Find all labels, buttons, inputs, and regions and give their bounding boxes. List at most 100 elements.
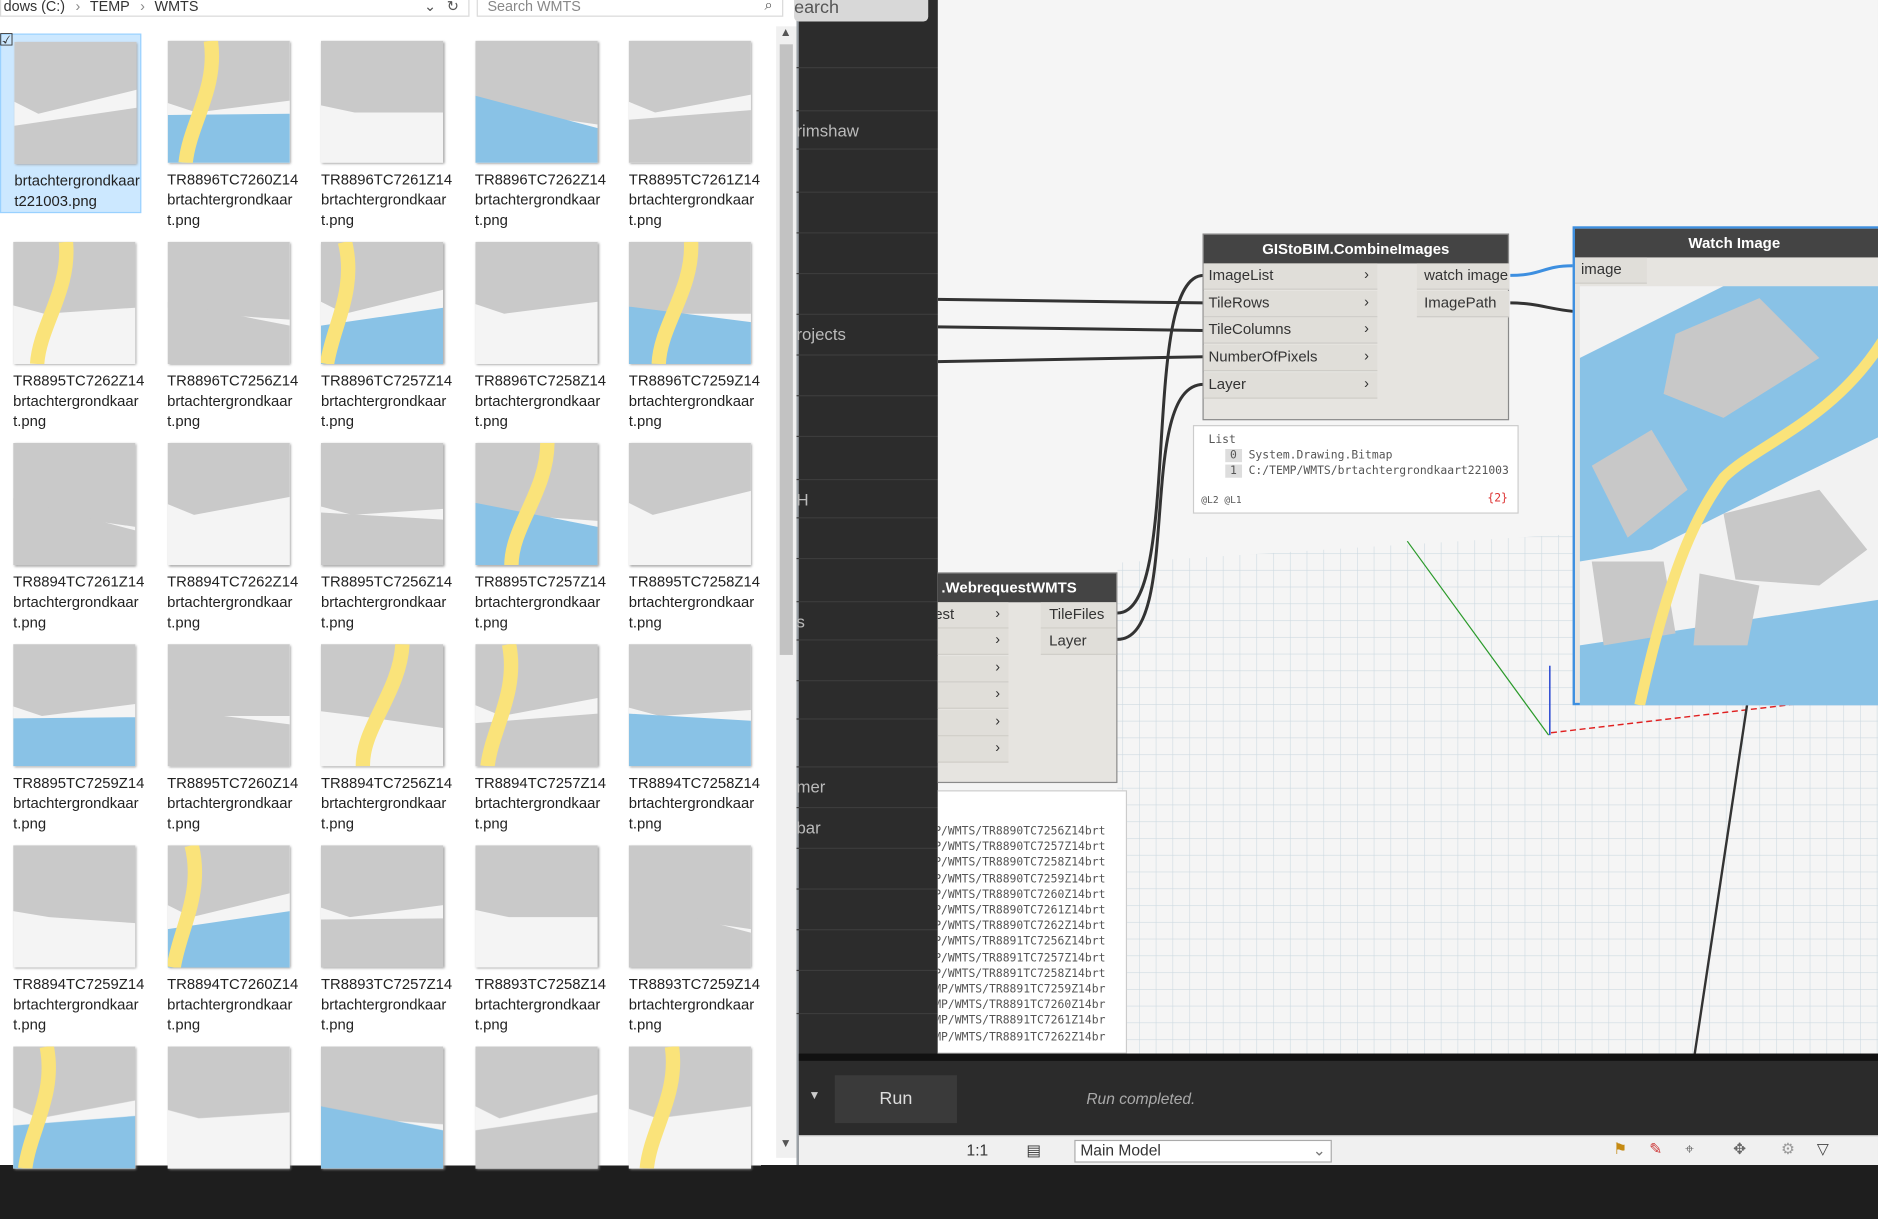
library-category[interactable]: mer	[796, 766, 938, 807]
input-port[interactable]: ›	[937, 682, 1009, 710]
file-item[interactable]: TR8895TC7259Z14 brtachtergrondkaar t.png	[0, 637, 144, 832]
filter-icon[interactable]: ▽	[1817, 1140, 1829, 1159]
file-thumbnail	[14, 41, 137, 165]
file-item[interactable]: TR8896TC7261Z14 brtachtergrondkaar t.png	[308, 34, 452, 229]
chevron-right-icon: ›	[1364, 320, 1369, 337]
file-item[interactable]: TR8893TC7258Z14 brtachtergrondkaar t.png	[462, 838, 606, 1033]
file-item[interactable]: TR8895TC7262Z14 brtachtergrondkaar t.png	[0, 235, 144, 430]
scroll-thumb[interactable]	[779, 44, 793, 655]
breadcrumb-drive[interactable]: dows (C:)	[4, 0, 65, 14]
input-port[interactable]: ImageList ›	[1203, 263, 1378, 290]
output-port[interactable]: watch image	[1416, 263, 1510, 290]
scroll-down-icon[interactable]: ▼	[780, 1137, 792, 1150]
file-item[interactable]	[0, 1039, 141, 1219]
library-category[interactable]: s	[796, 601, 938, 642]
file-item[interactable]: TR8896TC7258Z14 brtachtergrondkaar t.png	[462, 235, 606, 430]
file-item[interactable]	[308, 1039, 449, 1219]
input-port[interactable]: ›	[937, 629, 1009, 656]
file-name: TR8894TC7260Z14 brtachtergrondkaar t.png	[167, 975, 299, 1034]
file-item[interactable]: TR8896TC7262Z14 brtachtergrondkaar t.png	[462, 34, 606, 229]
file-item[interactable]: TR8895TC7261Z14 brtachtergrondkaar t.png	[616, 34, 760, 229]
file-name: TR8896TC7260Z14 brtachtergrondkaar t.png	[167, 171, 299, 229]
input-port[interactable]: ›	[937, 655, 1009, 683]
library-search-input[interactable]: earch	[794, 0, 929, 22]
combineimages-node[interactable]: GIStoBIM.CombineImages ImageList › TileRow…	[1202, 233, 1510, 421]
library-separator	[796, 272, 938, 314]
checkbox-icon[interactable]: ☑	[0, 30, 14, 50]
library-category[interactable]: rojects	[796, 313, 938, 355]
file-item[interactable]: TR8893TC7259Z14 brtachtergrondkaar t.png	[616, 838, 760, 1033]
file-item[interactable]	[154, 1039, 295, 1219]
input-port[interactable]: ›	[937, 736, 1009, 763]
select-pinned-icon[interactable]: ⌖	[1685, 1140, 1694, 1159]
settings-icon[interactable]: ▤	[1026, 1141, 1041, 1160]
file-name: TR8894TC7262Z14 brtachtergrondkaar t.png	[167, 573, 299, 631]
file-item[interactable]: TR8895TC7257Z14 brtachtergrondkaar t.png	[462, 436, 606, 631]
input-port[interactable]: TileColumns ›	[1203, 317, 1378, 345]
file-item[interactable]: TR8893TC7257Z14 brtachtergrondkaar t.png	[308, 838, 452, 1033]
chevron-right-icon: ›	[1364, 374, 1369, 392]
file-item[interactable]: TR8894TC7261Z14 brtachtergrondkaar t.png	[0, 436, 144, 631]
library-category[interactable]: H	[796, 478, 938, 520]
breadcrumb-temp[interactable]: TEMP	[90, 0, 130, 14]
breadcrumb-wmts[interactable]: WMTS	[155, 0, 199, 14]
input-port[interactable]: ›	[937, 709, 1009, 736]
dynamo-canvas[interactable]: GIStoBIM.CombineImages ImageList › TileRow…	[937, 0, 1878, 1054]
file-item[interactable]: TR8894TC7257Z14 brtachtergrondkaar t.png	[462, 637, 606, 832]
file-item[interactable]	[616, 1039, 757, 1219]
file-thumbnail	[628, 443, 751, 566]
output-port[interactable]: TileFiles	[1040, 602, 1117, 629]
file-item[interactable]: TR8896TC7260Z14 brtachtergrondkaar t.png	[154, 34, 298, 229]
library-category[interactable]: rimshaw	[796, 110, 938, 151]
input-port[interactable]: est›	[937, 602, 1009, 629]
chevron-down-icon[interactable]: ⌄	[424, 0, 436, 14]
chevron-right-icon: ›	[995, 631, 1001, 649]
file-name: TR8895TC7256Z14 brtachtergrondkaar t.png	[320, 573, 453, 631]
file-item[interactable]: TR8896TC7256Z14 brtachtergrondkaar t.png	[154, 235, 298, 430]
port-image[interactable]: image	[1574, 257, 1647, 284]
preview-row-1: 1 C:/TEMP/WMTS/brtachtergrondkaart221003	[1225, 464, 1509, 478]
chevron-right-icon: ›	[995, 685, 1001, 702]
watch-image-node[interactable]: Watch Image image	[1572, 226, 1878, 706]
file-item[interactable]: TR8895TC7256Z14 brtachtergrondkaar t.png	[308, 436, 452, 631]
file-item[interactable]: ☑ brtachtergrondkaar t221003.png	[0, 30, 142, 214]
file-thumbnail	[474, 443, 598, 566]
drag-elements-icon[interactable]: ✥	[1733, 1140, 1746, 1159]
run-status: Run completed.	[1086, 1089, 1196, 1108]
view-selector[interactable]: Main Model ⌄	[1074, 1139, 1332, 1163]
output-port[interactable]: Layer	[1040, 629, 1117, 656]
webrequestwmts-node[interactable]: .WebrequestWMTS est››››››TileFilesLayer	[937, 572, 1118, 784]
address-bar[interactable]: dows (C:) › TEMP › WMTS ⌄ ↻	[0, 0, 470, 17]
file-item[interactable]: TR8895TC7260Z14 brtachtergrondkaar t.png	[154, 637, 298, 832]
file-item[interactable]: TR8894TC7259Z14 brtachtergrondkaar t.png	[0, 838, 144, 1033]
file-item[interactable]: TR8895TC7258Z14 brtachtergrondkaar t.png	[616, 436, 760, 631]
file-name: TR8894TC7259Z14 brtachtergrondkaar t.png	[13, 975, 145, 1034]
gear-icon[interactable]: ⚙	[1781, 1140, 1795, 1159]
file-item[interactable]: TR8894TC7260Z14 brtachtergrondkaar t.png	[154, 838, 298, 1033]
output-port[interactable]: ImagePath	[1416, 290, 1510, 317]
scroll-up-icon[interactable]: ▲	[780, 26, 792, 39]
refresh-icon[interactable]: ↻	[447, 0, 459, 14]
library-separator	[796, 1012, 938, 1054]
library-separator	[796, 67, 938, 108]
file-item[interactable]: TR8894TC7256Z14 brtachtergrondkaar t.png	[308, 637, 452, 832]
selection-filter-icon[interactable]: ⚑	[1613, 1140, 1627, 1159]
file-item[interactable]: TR8896TC7259Z14 brtachtergrondkaar t.png	[616, 235, 760, 430]
file-item[interactable]: TR8896TC7257Z14 brtachtergrondkaar t.png	[308, 235, 452, 430]
input-port[interactable]: NumberOfPixels ›	[1203, 344, 1378, 372]
run-button[interactable]: Run	[834, 1075, 957, 1124]
preview-row: MP/WMTS/TR8891TC7262Z14br	[937, 1030, 1106, 1044]
vertical-scrollbar[interactable]: ▲ ▼	[776, 26, 797, 1158]
select-links-icon[interactable]: ✎	[1649, 1140, 1662, 1159]
file-item[interactable]	[462, 1039, 603, 1219]
run-mode-chevron-icon[interactable]: ▼	[808, 1090, 820, 1103]
input-port[interactable]: Layer ›	[1203, 372, 1378, 399]
file-item[interactable]: TR8894TC7258Z14 brtachtergrondkaar t.png	[616, 637, 760, 832]
library-category[interactable]	[796, 680, 938, 721]
search-icon[interactable]: ⌕	[764, 0, 772, 14]
file-item[interactable]: TR8894TC7262Z14 brtachtergrondkaar t.png	[154, 436, 298, 631]
input-port[interactable]: TileRows ›	[1203, 290, 1378, 317]
library-category[interactable]: bar	[796, 807, 938, 848]
chevron-down-icon[interactable]: ⌄	[1313, 1141, 1326, 1160]
search-input[interactable]: Search WMTS ⌕	[476, 0, 784, 17]
